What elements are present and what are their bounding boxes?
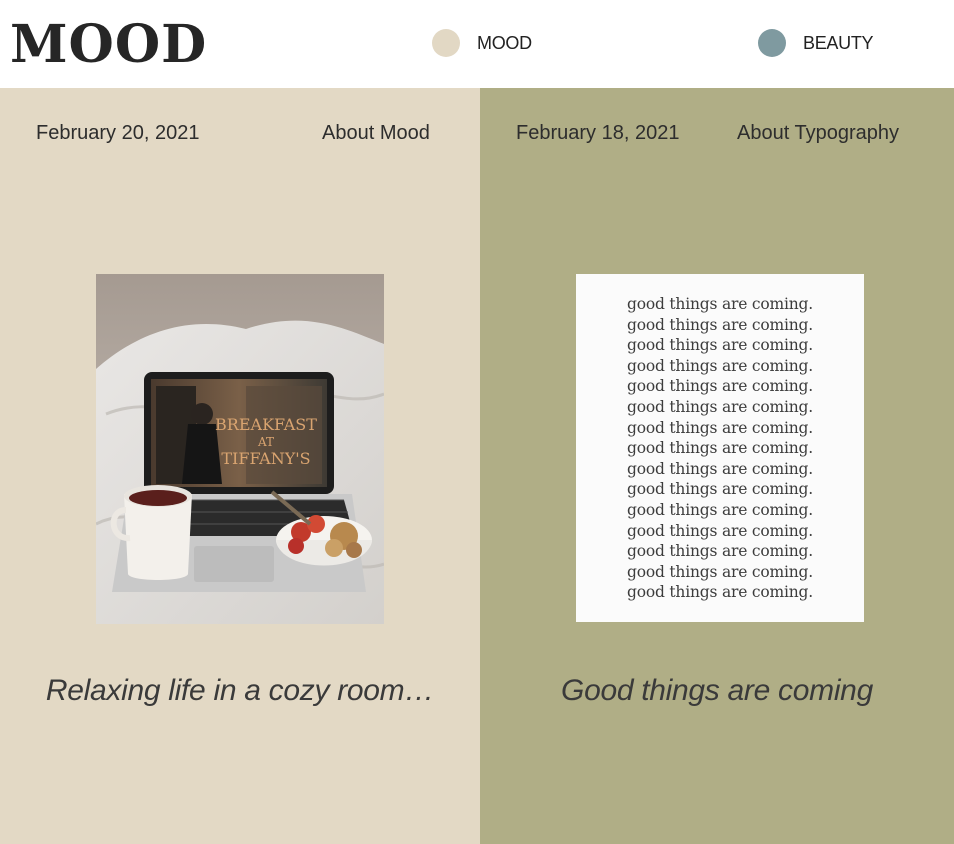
poster-line: good things are coming. <box>626 377 814 396</box>
poster-line: good things are coming. <box>626 500 814 519</box>
nav-label-mood: MOOD <box>477 32 532 53</box>
typography-poster-text: good things are coming. good things are c… <box>576 294 864 603</box>
post-caption[interactable]: Relaxing life in a cozy room… <box>0 673 480 709</box>
poster-line: good things are coming. <box>626 480 814 499</box>
nav-item-beauty[interactable]: BEAUTY <box>758 28 874 58</box>
post-date: February 20, 2021 <box>36 122 200 144</box>
poster-line: good things are coming. <box>626 336 814 355</box>
poster-line: good things are coming. <box>626 459 814 478</box>
poster-line: good things are coming. <box>626 295 814 313</box>
cozy-room-illustration: BREAKFAST AT TIFFANY'S <box>96 274 384 624</box>
poster-line: good things are coming. <box>626 583 814 602</box>
poster-line: good things are coming. <box>626 439 814 458</box>
post-card-good-things[interactable]: February 18, 2021 About Typography good … <box>480 88 954 844</box>
screen-title-line-1: BREAKFAST <box>215 415 317 434</box>
post-caption[interactable]: Good things are coming <box>480 673 954 709</box>
post-category-link[interactable]: About Mood <box>322 120 430 146</box>
poster-line: good things are coming. <box>626 356 814 375</box>
post-image-typography[interactable]: good things are coming. good things are c… <box>576 274 864 622</box>
nav-label-beauty: BEAUTY <box>803 32 874 53</box>
screen-title-line-3: TIFFANY'S <box>221 449 310 468</box>
site-header: MOOD MOOD BEAUTY <box>0 0 954 88</box>
poster-line: good things are coming. <box>626 315 814 334</box>
poster-line: good things are coming. <box>626 562 814 581</box>
post-date: February 18, 2021 <box>516 122 680 144</box>
beauty-color-dot <box>758 29 786 57</box>
poster-line: good things are coming. <box>626 521 814 540</box>
post-card-relaxing[interactable]: February 20, 2021 About Mood BREAKFAST A… <box>0 88 480 844</box>
post-image-cozy-room[interactable]: BREAKFAST AT TIFFANY'S <box>96 274 384 624</box>
poster-line: good things are coming. <box>626 542 814 561</box>
post-category-link[interactable]: About Typography <box>737 120 899 146</box>
poster-line: good things are coming. <box>626 418 814 437</box>
mood-color-dot <box>432 29 460 57</box>
screen-title-line-2: AT <box>257 435 274 449</box>
site-logo[interactable]: MOOD <box>10 14 207 76</box>
poster-line: good things are coming. <box>626 397 814 416</box>
nav-item-mood[interactable]: MOOD <box>432 28 532 58</box>
